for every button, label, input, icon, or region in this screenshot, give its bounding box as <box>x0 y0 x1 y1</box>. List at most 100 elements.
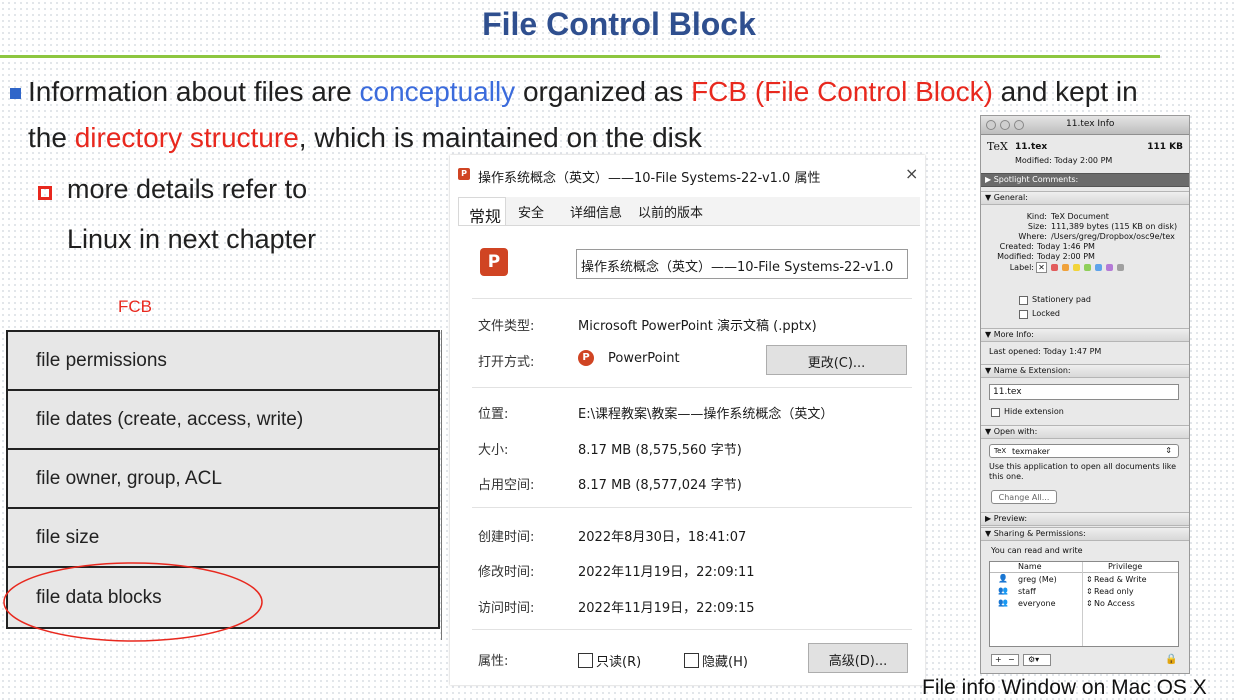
file-type-label: 文件类型: <box>478 319 535 334</box>
section-more-info[interactable]: ▼ More Info: <box>981 328 1189 342</box>
label-color-dot[interactable] <box>1051 264 1058 271</box>
perm-privilege: Read only <box>1094 587 1134 596</box>
user-icon: 👤 <box>998 574 1008 583</box>
bullet-marker <box>10 88 21 99</box>
section-label: More Info: <box>993 330 1034 339</box>
label-none-button[interactable]: ✕ <box>1036 262 1047 273</box>
text-segment: Information about files are <box>28 76 360 107</box>
triangle-right-icon: ▶ <box>985 514 994 523</box>
modified-value: 2022年11月19日，22:09:11 <box>578 565 755 580</box>
label-color-dot[interactable] <box>1062 264 1069 271</box>
modified-label: Modified: <box>997 252 1034 261</box>
tex-app-icon: TeX <box>994 447 1007 455</box>
mac-titlebar: 11.tex Info <box>981 116 1189 135</box>
open-with-label: 打开方式: <box>478 355 535 370</box>
name-input[interactable]: 11.tex <box>989 384 1179 400</box>
label-color-dot[interactable] <box>1095 264 1102 271</box>
perm-privilege: Read & Write <box>1094 575 1147 584</box>
fcb-row: file dates (create, access, write) <box>8 391 438 450</box>
close-icon[interactable]: × <box>905 164 918 183</box>
gear-menu-button[interactable]: ⚙▾ <box>1023 654 1051 666</box>
powerpoint-icon: P <box>458 168 470 180</box>
everyone-icon: 👥 <box>998 598 1008 607</box>
modified-value: Today 2:00 PM <box>1037 252 1095 261</box>
zoom-icon[interactable] <box>1014 120 1024 130</box>
created-value: Today 1:46 PM <box>1037 242 1095 251</box>
read-write-note: You can read and write <box>991 546 1083 555</box>
fcb-row: file size <box>8 509 438 568</box>
mac-file-name: 11.tex <box>1015 142 1048 152</box>
hide-extension-checkbox[interactable] <box>991 408 1000 417</box>
tab-general[interactable]: 常规 <box>458 197 506 226</box>
size-value: 111,389 bytes (115 KB on disk) <box>1051 222 1178 231</box>
updown-icon: ⇕ <box>1086 575 1093 584</box>
file-type-icon: P <box>480 248 508 276</box>
open-with-value: PowerPoint <box>608 351 680 366</box>
highlight-ellipse <box>3 562 263 642</box>
perm-privilege: No Access <box>1094 599 1135 608</box>
readonly-checkbox[interactable] <box>578 653 593 668</box>
separator <box>472 507 912 508</box>
hidden-checkbox[interactable] <box>684 653 699 668</box>
change-button[interactable]: 更改(C)... <box>766 345 907 375</box>
section-open-with[interactable]: ▼ Open with: <box>981 425 1189 439</box>
triangle-down-icon: ▼ <box>985 193 994 202</box>
close-icon[interactable] <box>986 120 996 130</box>
sub-bullet-line-1: more details refer to <box>67 174 308 204</box>
table-row[interactable]: 👥 staff ⇕ Read only <box>990 586 1178 598</box>
gear-icon: ⚙▾ <box>1028 655 1040 664</box>
lock-icon[interactable]: 🔒 <box>1165 654 1177 665</box>
section-spotlight[interactable]: ▶ Spotlight Comments: <box>981 173 1189 187</box>
table-row[interactable]: 👥 everyone ⇕ No Access <box>990 598 1178 610</box>
tab-bar: 常规 安全 详细信息 以前的版本 <box>458 197 920 226</box>
plus-icon[interactable]: + <box>995 655 1002 664</box>
label-color-dot[interactable] <box>1106 264 1113 271</box>
file-type-value: Microsoft PowerPoint 演示文稿 (.pptx) <box>578 319 817 334</box>
separator <box>472 629 912 630</box>
table-row[interactable]: 👤 greg (Me) ⇕ Read & Write <box>990 574 1178 586</box>
minus-icon[interactable]: − <box>1008 655 1015 664</box>
triangle-down-icon: ▼ <box>985 330 994 339</box>
label-color-row <box>1051 264 1151 272</box>
tab-previous-versions[interactable]: 以前的版本 <box>638 202 703 221</box>
label-color-dot[interactable] <box>1084 264 1091 271</box>
tab-details[interactable]: 详细信息 <box>570 202 622 221</box>
minimize-icon[interactable] <box>1000 120 1010 130</box>
text-segment: organized as <box>515 76 692 107</box>
section-label: Sharing & Permissions: <box>993 529 1086 538</box>
section-name-extension[interactable]: ▼ Name & Extension: <box>981 364 1189 378</box>
created-label: Created: <box>999 242 1034 251</box>
triangle-down-icon: ▼ <box>985 366 994 375</box>
app-select[interactable]: TeX texmaker ⇕ <box>989 444 1179 458</box>
dialog-title: 操作系统概念（英文）——10-File Systems-22-v1.0 属性 <box>478 171 821 186</box>
permissions-table: Name Privilege 👤 greg (Me) ⇕ Read & Writ… <box>989 561 1179 647</box>
label-color-dot[interactable] <box>1117 264 1124 271</box>
section-preview[interactable]: ▶ Preview: <box>981 512 1189 526</box>
tab-security[interactable]: 安全 <box>518 202 544 221</box>
mac-file-size: 111 KB <box>1147 142 1183 152</box>
section-general[interactable]: ▼ General: <box>981 191 1189 205</box>
size-label: 大小: <box>478 443 509 458</box>
section-label: Spotlight Comments: <box>993 175 1079 184</box>
section-label: Open with: <box>993 427 1038 436</box>
powerpoint-app-icon: P <box>578 350 594 366</box>
select-arrows-icon: ⇕ <box>1165 446 1172 455</box>
advanced-button[interactable]: 高级(D)... <box>808 643 908 673</box>
stationery-checkbox[interactable] <box>1019 296 1028 305</box>
location-value: E:\课程教案\教案——操作系统概念（英文） <box>578 407 834 422</box>
kind-label: Kind: <box>1026 212 1047 221</box>
change-all-button[interactable]: Change All... <box>991 490 1057 504</box>
section-sharing[interactable]: ▼ Sharing & Permissions: <box>981 527 1189 541</box>
text-segment: and kept in <box>992 76 1138 107</box>
locked-checkbox[interactable] <box>1019 310 1028 319</box>
hidden-label: 隐藏(H) <box>702 655 748 670</box>
triangle-right-icon: ▶ <box>985 175 994 184</box>
file-name-field[interactable]: 操作系统概念（英文）——10-File Systems-22-v1.0 <box>576 249 908 279</box>
perm-name: everyone <box>1018 599 1056 608</box>
sub-bullet-marker <box>38 186 52 200</box>
separator <box>472 387 912 388</box>
last-opened: Last opened: Today 1:47 PM <box>989 347 1102 356</box>
bullet-line-2: the directory structure, which is mainta… <box>28 122 702 154</box>
label-color-dot[interactable] <box>1073 264 1080 271</box>
add-remove-buttons: + − <box>991 654 1019 666</box>
